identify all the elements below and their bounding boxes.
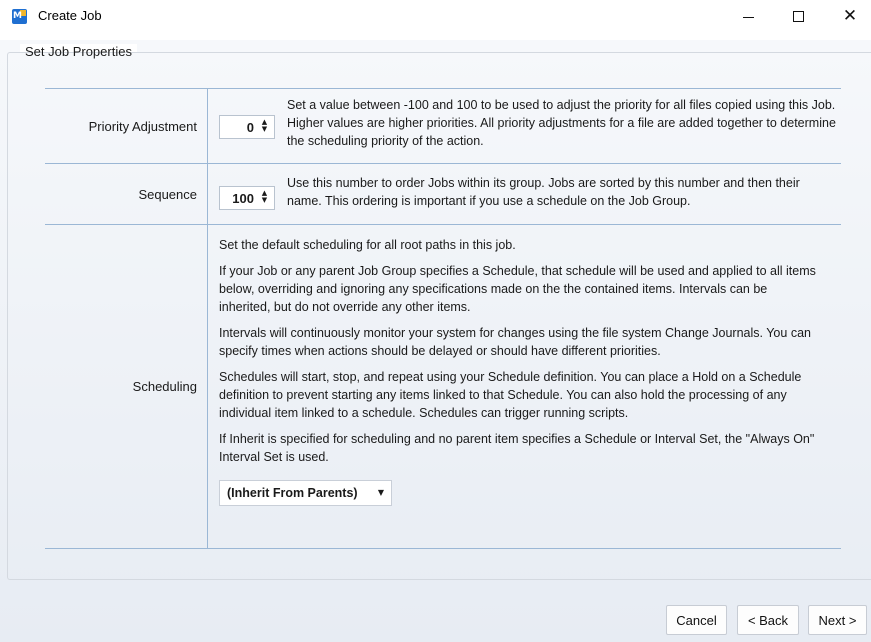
scheduling-paragraph: If your Job or any parent Job Group spec… (219, 264, 816, 314)
priority-content: 0 ▲ ▼ Set a value between -100 and 100 to… (208, 89, 841, 163)
scheduling-paragraph: Schedules will start, stop, and repeat u… (219, 370, 802, 420)
scheduling-row: Scheduling Set the default scheduling fo… (45, 225, 841, 549)
priority-value: 0 (246, 120, 254, 135)
cancel-button[interactable]: Cancel (666, 605, 727, 635)
maximize-button[interactable] (775, 0, 821, 32)
app-icon (12, 9, 27, 24)
priority-row: Priority Adjustment 0 ▲ ▼ Set a value bet… (45, 88, 841, 164)
maximize-icon (792, 10, 804, 22)
properties-table: Priority Adjustment 0 ▲ ▼ Set a value bet… (45, 88, 841, 549)
sequence-content: 100 ▲ ▼ Use this number to order Jobs wit… (208, 164, 841, 224)
spinner-arrows-icon[interactable]: ▲ ▼ (260, 190, 269, 206)
priority-label: Priority Adjustment (45, 89, 208, 163)
sequence-value: 100 (232, 191, 254, 206)
next-button[interactable]: Next > (808, 605, 867, 635)
close-button[interactable]: ✕ (827, 0, 871, 32)
scheduling-content: Set the default scheduling for all root … (208, 225, 841, 548)
scheduling-paragraph: If Inherit is specified for scheduling a… (219, 432, 815, 464)
group-title: Set Job Properties (20, 44, 137, 59)
sequence-description: Use this number to order Jobs within its… (287, 176, 800, 208)
sequence-spinner[interactable]: 100 ▲ ▼ (219, 186, 275, 210)
scheduling-selected: (Inherit From Parents) (227, 486, 358, 500)
scheduling-paragraph: Set the default scheduling for all root … (219, 238, 516, 252)
scheduling-paragraph: Intervals will continuously monitor your… (219, 326, 811, 358)
spinner-arrows-icon[interactable]: ▲ ▼ (260, 119, 269, 135)
minimize-icon (742, 16, 754, 18)
priority-description: Set a value between -100 and 100 to be u… (287, 98, 836, 148)
sequence-row: Sequence 100 ▲ ▼ Use this number to order… (45, 164, 841, 225)
close-icon: ✕ (842, 5, 858, 26)
scheduling-dropdown[interactable]: (Inherit From Parents) ▼ (219, 480, 392, 506)
priority-spinner[interactable]: 0 ▲ ▼ (219, 115, 275, 139)
scheduling-label: Scheduling (45, 225, 208, 548)
chevron-down-icon: ▼ (377, 488, 384, 497)
title-bar: Create Job ✕ (0, 0, 871, 32)
back-button[interactable]: < Back (737, 605, 799, 635)
minimize-button[interactable] (725, 0, 771, 32)
sequence-label: Sequence (45, 164, 208, 224)
window-title: Create Job (38, 8, 102, 23)
